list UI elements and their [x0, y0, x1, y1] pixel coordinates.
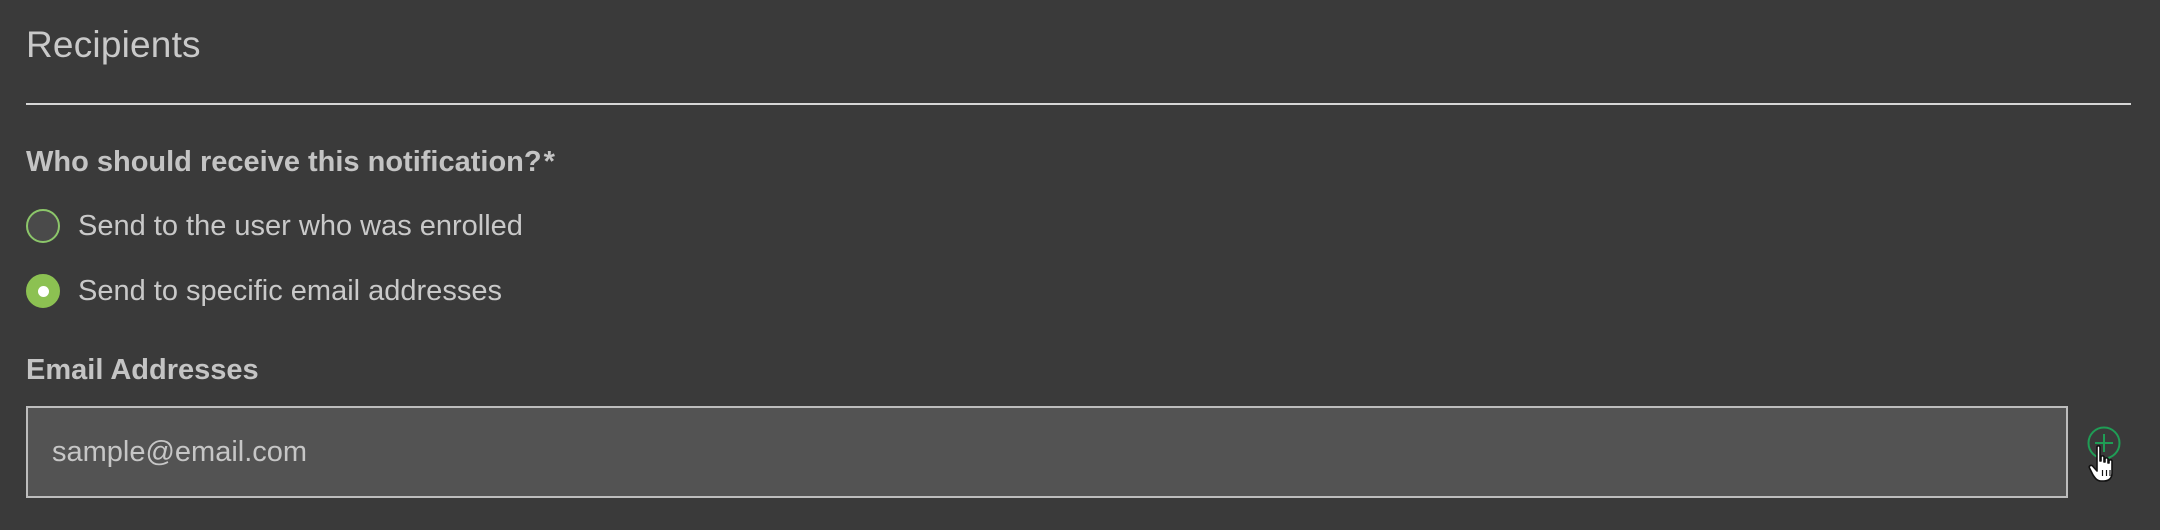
radio-option-specific-emails[interactable]: Send to specific email addresses [26, 272, 502, 310]
radio-option-label: Send to specific email addresses [78, 275, 502, 307]
email-addresses-label: Email Addresses [26, 354, 259, 386]
recipient-question-text: Who should receive this notification? [26, 146, 542, 178]
radio-button-unselected[interactable] [26, 209, 60, 243]
radio-option-enrolled-user[interactable]: Send to the user who was enrolled [26, 207, 523, 245]
radio-option-label: Send to the user who was enrolled [78, 210, 523, 242]
radio-button-selected[interactable] [26, 274, 60, 308]
recipients-section: Recipients Who should receive this notif… [0, 0, 2160, 530]
add-email-button[interactable] [2086, 425, 2122, 461]
recipient-question: Who should receive this notification?* [26, 143, 555, 181]
section-title: Recipients [26, 24, 201, 65]
email-address-input[interactable] [26, 406, 2068, 498]
plus-circle-icon [2087, 426, 2121, 460]
required-asterisk: * [543, 146, 555, 178]
section-divider [26, 103, 2131, 105]
